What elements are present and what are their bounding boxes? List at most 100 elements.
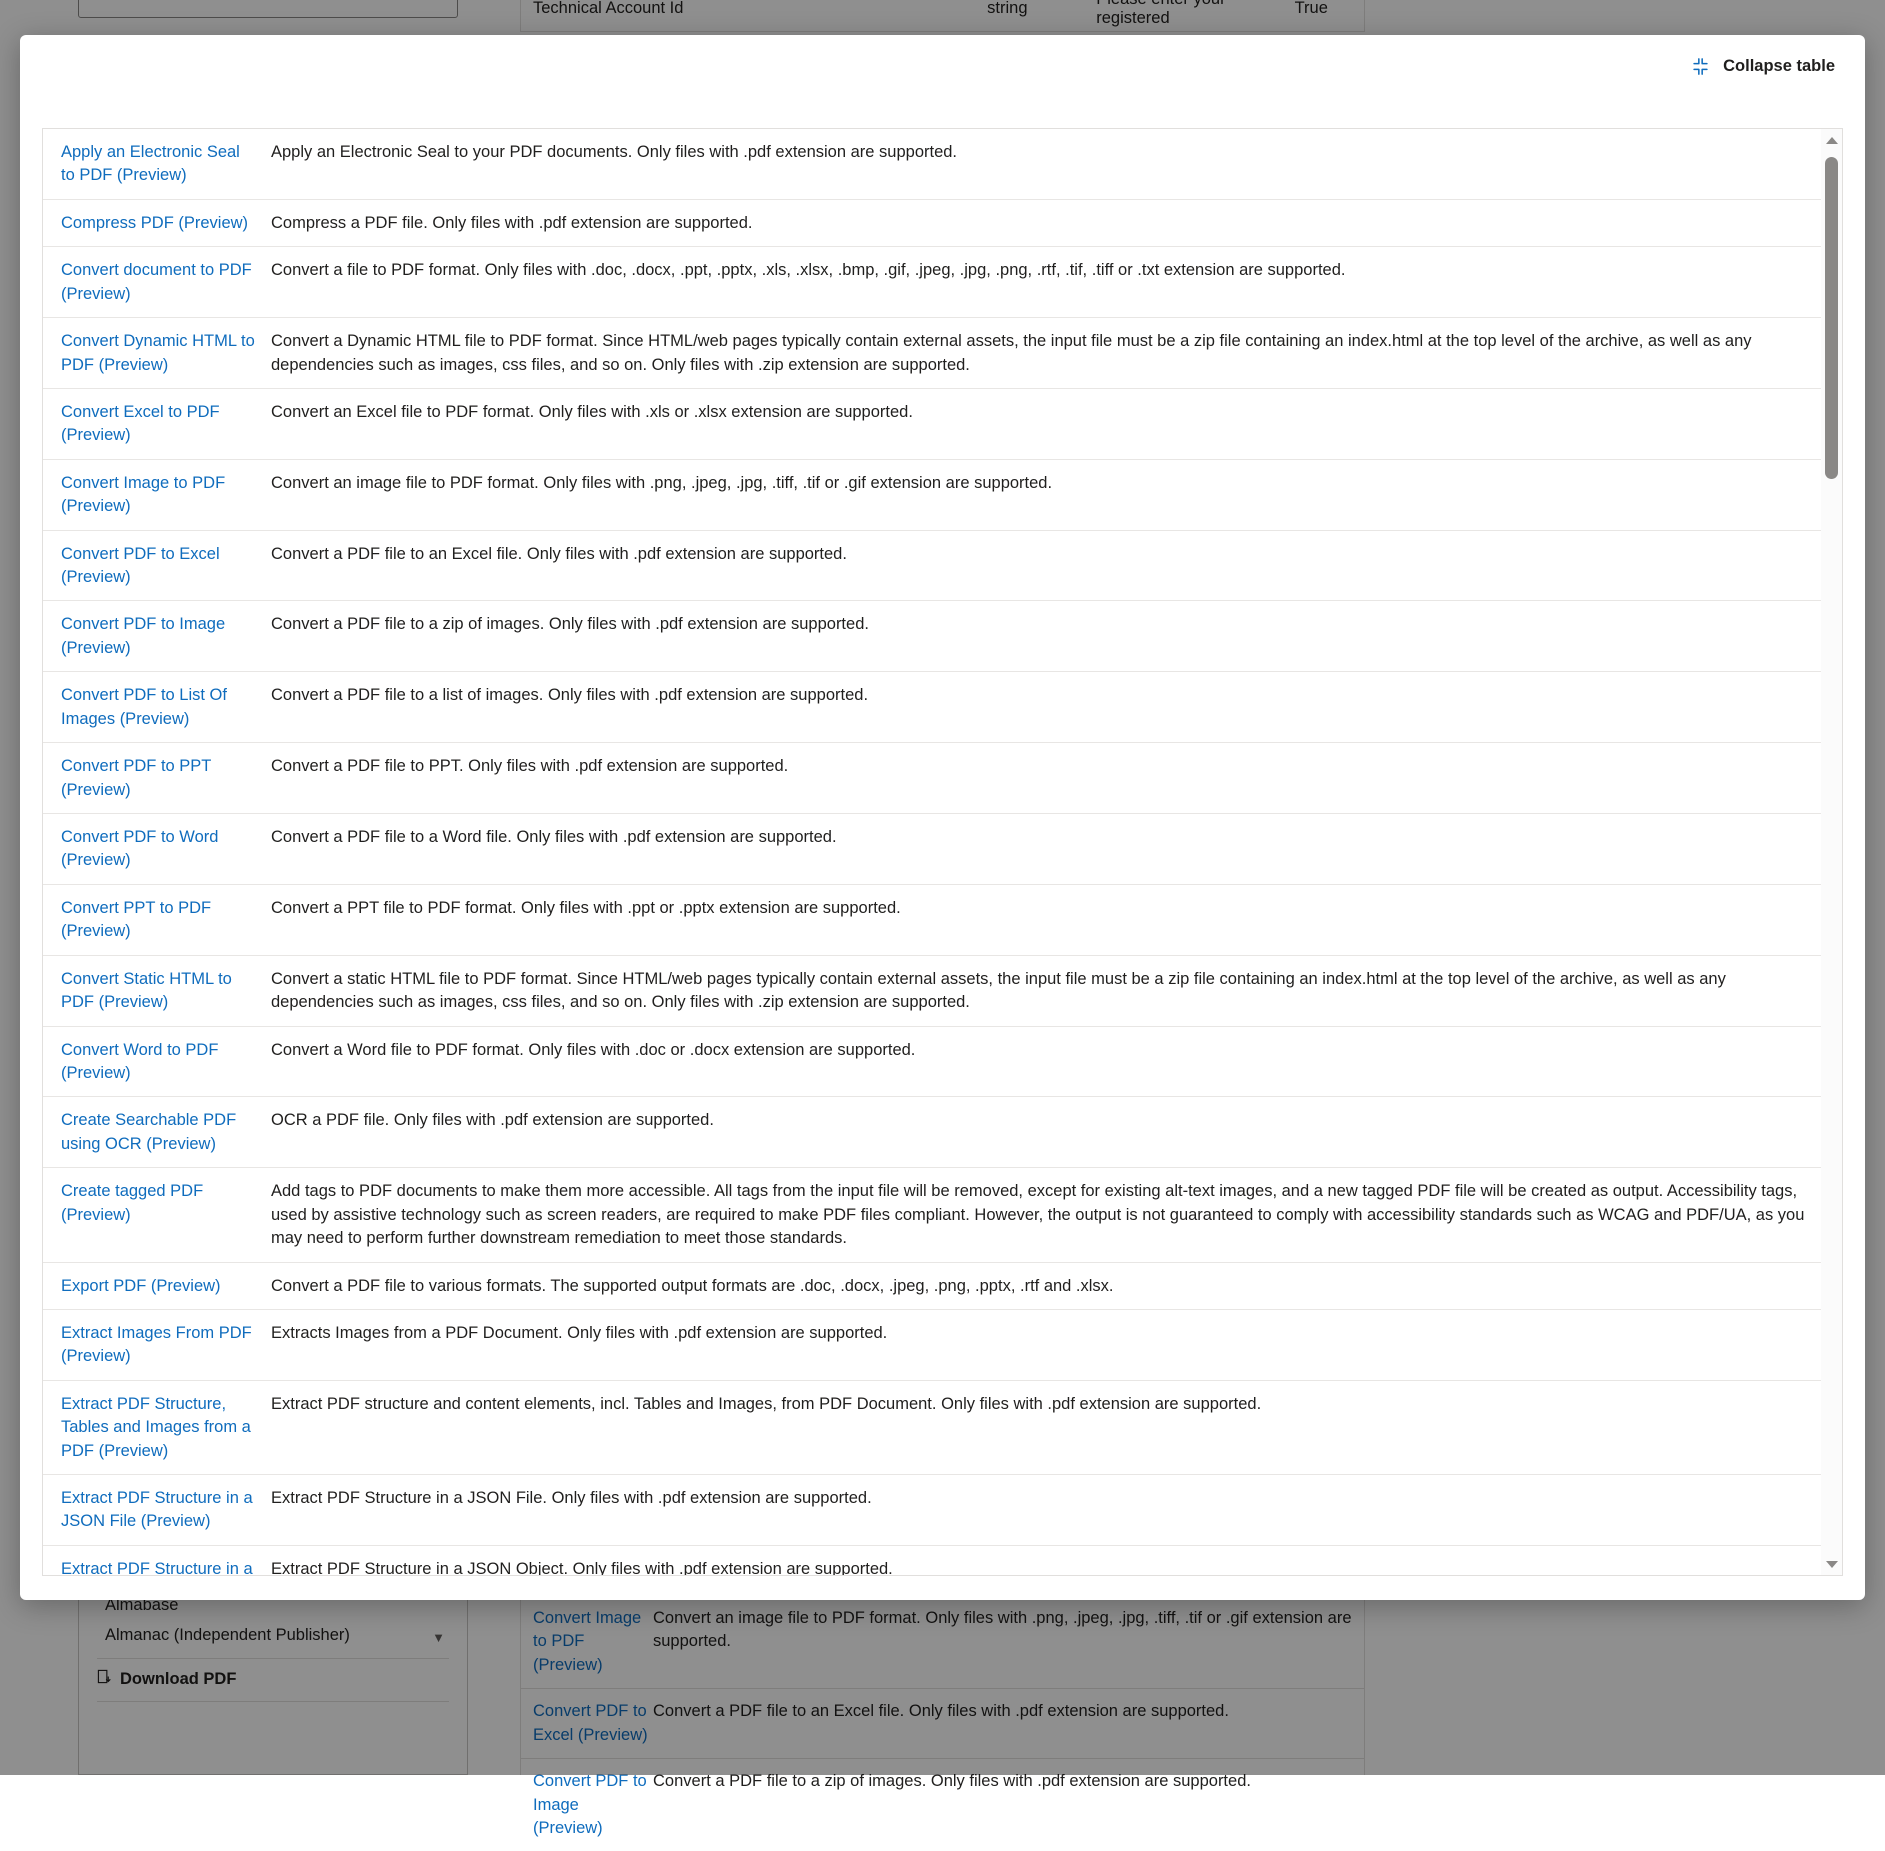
operation-name-cell: Convert PDF to Word (Preview)	[43, 814, 271, 885]
operation-name-cell: Compress PDF (Preview)	[43, 199, 271, 246]
operation-description: Extracts Images from a PDF Document. Onl…	[271, 1309, 1842, 1380]
operation-name-cell: Convert Dynamic HTML to PDF (Preview)	[43, 318, 271, 389]
operation-link[interactable]: Extract PDF Structure, Tables and Images…	[61, 1395, 251, 1460]
operation-description: Convert a PDF file to a zip of images. O…	[271, 601, 1842, 672]
table-row: Extract PDF Structure, Tables and Images…	[43, 1380, 1842, 1474]
table-row: Create Searchable PDF using OCR (Preview…	[43, 1097, 1842, 1168]
operation-name-cell: Convert document to PDF (Preview)	[43, 247, 271, 318]
operation-link[interactable]: Export PDF (Preview)	[61, 1277, 221, 1295]
operation-link[interactable]: Convert PDF to PPT (Preview)	[61, 757, 211, 798]
operation-link[interactable]: Convert Word to PDF (Preview)	[61, 1041, 218, 1082]
operation-description: Convert a PDF file to various formats. T…	[271, 1262, 1842, 1309]
table-row: Extract PDF Structure in a JSON Object (…	[43, 1545, 1842, 1576]
operation-description: Extract PDF structure and content elemen…	[271, 1380, 1842, 1474]
table-row: Convert PPT to PDF (Preview) Convert a P…	[43, 884, 1842, 955]
operation-description: Convert a Dynamic HTML file to PDF forma…	[271, 318, 1842, 389]
operation-link[interactable]: Convert PDF to Image (Preview)	[521, 1770, 653, 1840]
operation-name-cell: Create Searchable PDF using OCR (Preview…	[43, 1097, 271, 1168]
operation-link[interactable]: Convert PDF to Image (Preview)	[61, 615, 225, 656]
chevron-up-icon	[1826, 137, 1838, 144]
table-row: Convert document to PDF (Preview) Conver…	[43, 247, 1842, 318]
operation-name-cell: Convert PDF to Image (Preview)	[43, 601, 271, 672]
operation-name-cell: Convert Excel to PDF (Preview)	[43, 388, 271, 459]
operation-link[interactable]: Convert PDF to List Of Images (Preview)	[61, 686, 227, 727]
operation-link[interactable]: Create Searchable PDF using OCR (Preview…	[61, 1111, 236, 1152]
operation-link[interactable]: Convert document to PDF (Preview)	[61, 261, 252, 302]
table-row: Convert PDF to Word (Preview) Convert a …	[43, 814, 1842, 885]
operation-name-cell: Extract PDF Structure in a JSON Object (…	[43, 1545, 271, 1576]
expanded-table-dialog: Collapse table Apply an Electronic Seal …	[20, 35, 1865, 1600]
table-row: Convert PDF to Excel (Preview) Convert a…	[43, 530, 1842, 601]
operation-description: Convert an image file to PDF format. Onl…	[271, 459, 1842, 530]
operation-description: Convert a file to PDF format. Only files…	[271, 247, 1842, 318]
table-row: Convert Dynamic HTML to PDF (Preview) Co…	[43, 318, 1842, 389]
operation-description: Convert a PDF file to an Excel file. Onl…	[271, 530, 1842, 601]
operation-link[interactable]: Create tagged PDF (Preview)	[61, 1182, 203, 1223]
operation-description: Convert a PDF file to a zip of images. O…	[653, 1770, 1364, 1840]
operation-description: Convert a PDF file to PPT. Only files wi…	[271, 743, 1842, 814]
operations-table-container[interactable]: Apply an Electronic Seal to PDF (Preview…	[42, 128, 1843, 1576]
collapse-table-label: Collapse table	[1723, 57, 1835, 76]
operation-link[interactable]: Extract PDF Structure in a JSON File (Pr…	[61, 1489, 253, 1530]
table-row: Convert PDF to Image (Preview) Convert a…	[43, 601, 1842, 672]
dialog-header: Collapse table	[20, 35, 1865, 97]
operation-name-cell: Extract Images From PDF (Preview)	[43, 1309, 271, 1380]
operation-description: OCR a PDF file. Only files with .pdf ext…	[271, 1097, 1842, 1168]
operation-description: Convert an Excel file to PDF format. Onl…	[271, 388, 1842, 459]
table-row: Convert Word to PDF (Preview) Convert a …	[43, 1026, 1842, 1097]
operation-name-cell: Convert PDF to PPT (Preview)	[43, 743, 271, 814]
operation-name-cell: Extract PDF Structure, Tables and Images…	[43, 1380, 271, 1474]
table-row: Convert Static HTML to PDF (Preview) Con…	[43, 955, 1842, 1026]
operation-link[interactable]: Compress PDF (Preview)	[61, 214, 248, 232]
operations-table: Apply an Electronic Seal to PDF (Preview…	[43, 129, 1842, 1576]
table-row: Extract PDF Structure in a JSON File (Pr…	[43, 1475, 1842, 1546]
operation-description: Extract PDF Structure in a JSON File. On…	[271, 1475, 1842, 1546]
chevron-down-icon	[1826, 1561, 1838, 1568]
collapse-table-icon	[1691, 57, 1710, 76]
scroll-down-button[interactable]	[1821, 1555, 1842, 1573]
operations-table-body: Apply an Electronic Seal to PDF (Preview…	[43, 129, 1842, 1576]
operation-description: Convert a PDF file to a list of images. …	[271, 672, 1842, 743]
table-row: Extract Images From PDF (Preview) Extrac…	[43, 1309, 1842, 1380]
operation-description: Apply an Electronic Seal to your PDF doc…	[271, 129, 1842, 199]
operation-description: Compress a PDF file. Only files with .pd…	[271, 199, 1842, 246]
table-row: Convert PDF to List Of Images (Preview) …	[43, 672, 1842, 743]
operation-link[interactable]: Convert Dynamic HTML to PDF (Preview)	[61, 332, 255, 373]
scroll-up-button[interactable]	[1821, 131, 1842, 149]
operation-description: Convert a PPT file to PDF format. Only f…	[271, 884, 1842, 955]
operation-name-cell: Convert Word to PDF (Preview)	[43, 1026, 271, 1097]
operation-name-cell: Extract PDF Structure in a JSON File (Pr…	[43, 1475, 271, 1546]
operation-link[interactable]: Extract Images From PDF (Preview)	[61, 1324, 252, 1365]
operation-name-cell: Convert PDF to Excel (Preview)	[43, 530, 271, 601]
operation-link[interactable]: Convert PPT to PDF (Preview)	[61, 899, 211, 940]
operation-link[interactable]: Extract PDF Structure in a JSON Object (…	[61, 1560, 253, 1576]
table-row: Convert Excel to PDF (Preview) Convert a…	[43, 388, 1842, 459]
operation-description: Convert a static HTML file to PDF format…	[271, 955, 1842, 1026]
operation-name-cell: Export PDF (Preview)	[43, 1262, 271, 1309]
scrollbar-thumb[interactable]	[1825, 157, 1838, 479]
operation-description: Extract PDF Structure in a JSON Object. …	[271, 1545, 1842, 1576]
operation-link[interactable]: Convert Excel to PDF (Preview)	[61, 403, 220, 444]
operation-link[interactable]: Convert PDF to Excel (Preview)	[61, 545, 220, 586]
operation-name-cell: Convert Image to PDF (Preview)	[43, 459, 271, 530]
table-row: Compress PDF (Preview) Compress a PDF fi…	[43, 199, 1842, 246]
operation-name-cell: Convert Static HTML to PDF (Preview)	[43, 955, 271, 1026]
operation-description: Add tags to PDF documents to make them m…	[271, 1168, 1842, 1262]
operation-link[interactable]: Apply an Electronic Seal to PDF (Preview…	[61, 143, 240, 184]
table-row: Convert Image to PDF (Preview) Convert a…	[43, 459, 1842, 530]
table-row: Export PDF (Preview) Convert a PDF file …	[43, 1262, 1842, 1309]
operation-link[interactable]: Convert Static HTML to PDF (Preview)	[61, 970, 232, 1011]
operation-name-cell: Apply an Electronic Seal to PDF (Preview…	[43, 129, 271, 199]
operation-link[interactable]: Convert Image to PDF (Preview)	[61, 474, 225, 515]
table-row: Create tagged PDF (Preview) Add tags to …	[43, 1168, 1842, 1262]
operation-name-cell: Convert PPT to PDF (Preview)	[43, 884, 271, 955]
operation-description: Convert a Word file to PDF format. Only …	[271, 1026, 1842, 1097]
operation-name-cell: Convert PDF to List Of Images (Preview)	[43, 672, 271, 743]
table-scrollbar[interactable]	[1821, 129, 1842, 1575]
operation-name-cell: Create tagged PDF (Preview)	[43, 1168, 271, 1262]
table-row: Apply an Electronic Seal to PDF (Preview…	[43, 129, 1842, 199]
collapse-table-button[interactable]: Collapse table	[1687, 51, 1839, 82]
operation-link[interactable]: Convert PDF to Word (Preview)	[61, 828, 218, 869]
table-row: Convert PDF to PPT (Preview) Convert a P…	[43, 743, 1842, 814]
operation-description: Convert a PDF file to a Word file. Only …	[271, 814, 1842, 885]
